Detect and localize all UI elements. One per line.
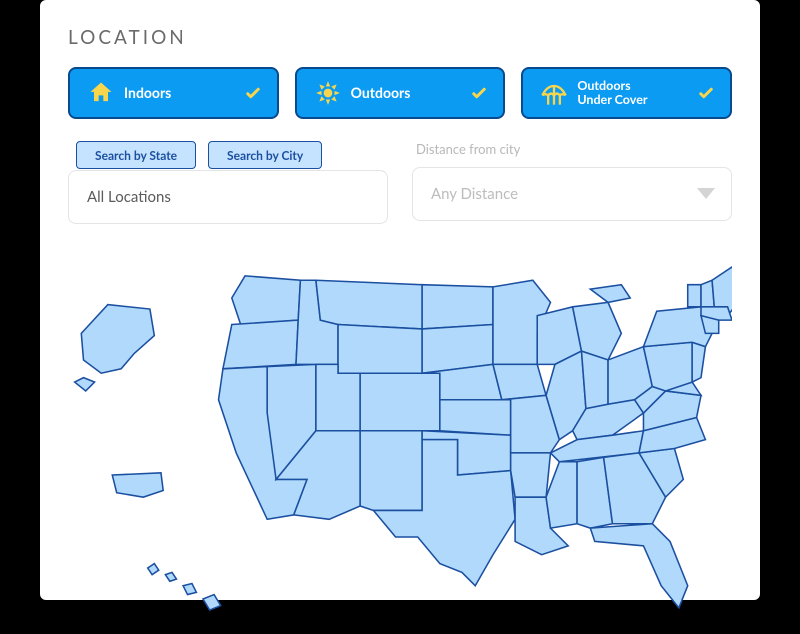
toggle-outdoors-under-cover[interactable]: Outdoors Under Cover xyxy=(521,67,732,119)
check-icon xyxy=(469,83,489,103)
check-icon xyxy=(243,83,263,103)
distance-col: Distance from city Any Distance xyxy=(412,141,732,224)
toggle-outdoors[interactable]: Outdoors xyxy=(295,67,506,119)
toggle-indoors[interactable]: Indoors xyxy=(68,67,279,119)
state-mi[interactable] xyxy=(573,285,631,360)
state-ar[interactable] xyxy=(511,453,551,497)
state-nj[interactable] xyxy=(692,342,705,382)
state-co[interactable] xyxy=(360,373,440,431)
state-wy[interactable] xyxy=(338,325,422,374)
state-in[interactable] xyxy=(581,351,608,409)
location-search-col: Search by State Search by City All Locat… xyxy=(68,141,388,224)
state-hawaii[interactable] xyxy=(148,564,221,610)
state-ks[interactable] xyxy=(440,400,511,435)
venue-type-toggles: Indoors Outdoors Outdoors Under Cover xyxy=(68,67,732,119)
state-ut[interactable] xyxy=(316,364,360,430)
search-row: Search by State Search by City All Locat… xyxy=(68,141,732,224)
search-mode-tabs: Search by State Search by City xyxy=(76,141,388,169)
state-alaska[interactable] xyxy=(75,305,155,391)
section-title: LOCATION xyxy=(68,26,732,49)
state-fl[interactable] xyxy=(590,524,687,608)
locations-select[interactable]: All Locations xyxy=(68,170,388,224)
us-map[interactable] xyxy=(68,236,732,634)
territory-puertorico[interactable] xyxy=(112,473,163,497)
sun-icon xyxy=(311,80,345,106)
state-ia[interactable] xyxy=(493,364,546,399)
state-nm[interactable] xyxy=(360,431,422,511)
toggle-label: Indoors xyxy=(124,85,243,101)
home-icon xyxy=(84,79,118,107)
state-wa[interactable] xyxy=(232,276,301,325)
toggle-label: Outdoors Under Cover xyxy=(577,79,696,108)
check-icon xyxy=(696,83,716,103)
state-vt[interactable] xyxy=(688,285,701,307)
state-or[interactable] xyxy=(223,320,298,369)
tab-search-by-city[interactable]: Search by City xyxy=(208,141,322,169)
locations-select-value: All Locations xyxy=(87,188,171,206)
chevron-down-icon xyxy=(697,188,715,200)
state-mt[interactable] xyxy=(316,280,422,329)
tab-search-by-state[interactable]: Search by State xyxy=(76,141,196,169)
state-nd[interactable] xyxy=(422,285,493,329)
distance-select-placeholder: Any Distance xyxy=(431,185,518,203)
tent-icon xyxy=(537,79,571,107)
toggle-label: Outdoors xyxy=(351,85,470,101)
distance-label: Distance from city xyxy=(416,141,732,157)
distance-select[interactable]: Any Distance xyxy=(412,167,732,221)
state-ms[interactable] xyxy=(546,462,577,528)
location-panel: LOCATION Indoors Outdoors Outdoors xyxy=(40,0,760,600)
